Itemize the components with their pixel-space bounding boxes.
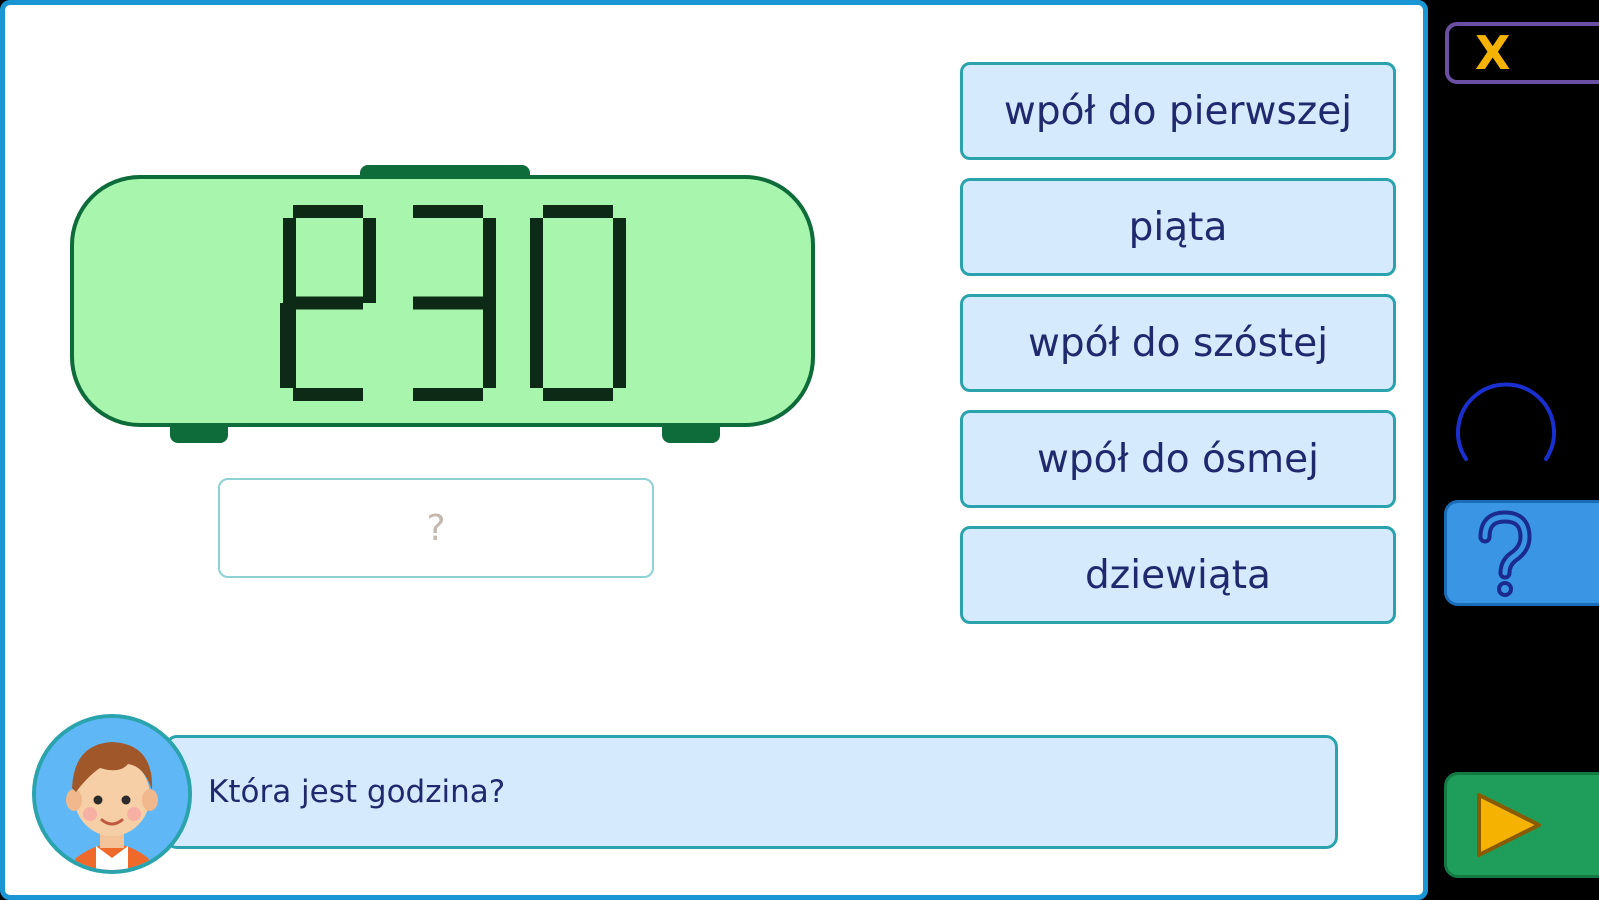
- boy-avatar-icon: [36, 718, 188, 870]
- question-bubble: Która jest godzina?: [165, 735, 1338, 849]
- clock-segment: [413, 205, 483, 218]
- option-label: piąta: [1128, 204, 1228, 250]
- clock-segment: [293, 388, 363, 401]
- option-label: wpół do szóstej: [1027, 320, 1329, 366]
- next-button[interactable]: [1444, 772, 1599, 878]
- clock-segment: [530, 303, 543, 388]
- clock-digit: [413, 205, 496, 401]
- clock-segment: [363, 218, 376, 303]
- clock-segment: [613, 303, 626, 388]
- option-button[interactable]: wpół do ósmej: [960, 410, 1396, 508]
- option-button[interactable]: wpół do szóstej: [960, 294, 1396, 392]
- question-mark-icon: [1478, 510, 1532, 597]
- clock-segment: [613, 218, 626, 303]
- avatar: [32, 714, 192, 874]
- clock-segment: [483, 303, 496, 388]
- answer-placeholder: ?: [426, 507, 446, 549]
- spinner-icon: [1456, 382, 1556, 461]
- option-button[interactable]: dziewiąta: [960, 526, 1396, 624]
- question-text: Która jest godzina?: [208, 774, 506, 810]
- option-label: wpół do pierwszej: [1003, 88, 1353, 134]
- option-button[interactable]: piąta: [960, 178, 1396, 276]
- option-label: wpół do ósmej: [1036, 436, 1319, 482]
- answer-drop-box[interactable]: ?: [218, 478, 654, 578]
- clock-display: [280, 205, 626, 401]
- close-icon: X: [1475, 26, 1511, 80]
- clock-segment: [283, 218, 296, 303]
- clock-segment: [413, 388, 483, 401]
- clock-segment: [293, 205, 363, 218]
- clock-segment: [280, 303, 293, 388]
- clock-segment: [413, 296, 483, 310]
- clock-foot-left: [170, 425, 228, 443]
- clock-segment: [543, 205, 613, 218]
- clock-segment: [293, 296, 363, 310]
- option-button[interactable]: wpół do pierwszej: [960, 62, 1396, 160]
- clock-segment: [483, 218, 496, 303]
- clock-segment: [543, 388, 613, 401]
- option-label: dziewiąta: [1085, 552, 1271, 598]
- help-button[interactable]: [1444, 500, 1599, 606]
- clock-digit: [530, 205, 626, 401]
- clock-segment: [530, 218, 543, 303]
- close-button[interactable]: X: [1445, 22, 1599, 84]
- clock-foot-right: [662, 425, 720, 443]
- play-arrow-icon: [1477, 793, 1541, 857]
